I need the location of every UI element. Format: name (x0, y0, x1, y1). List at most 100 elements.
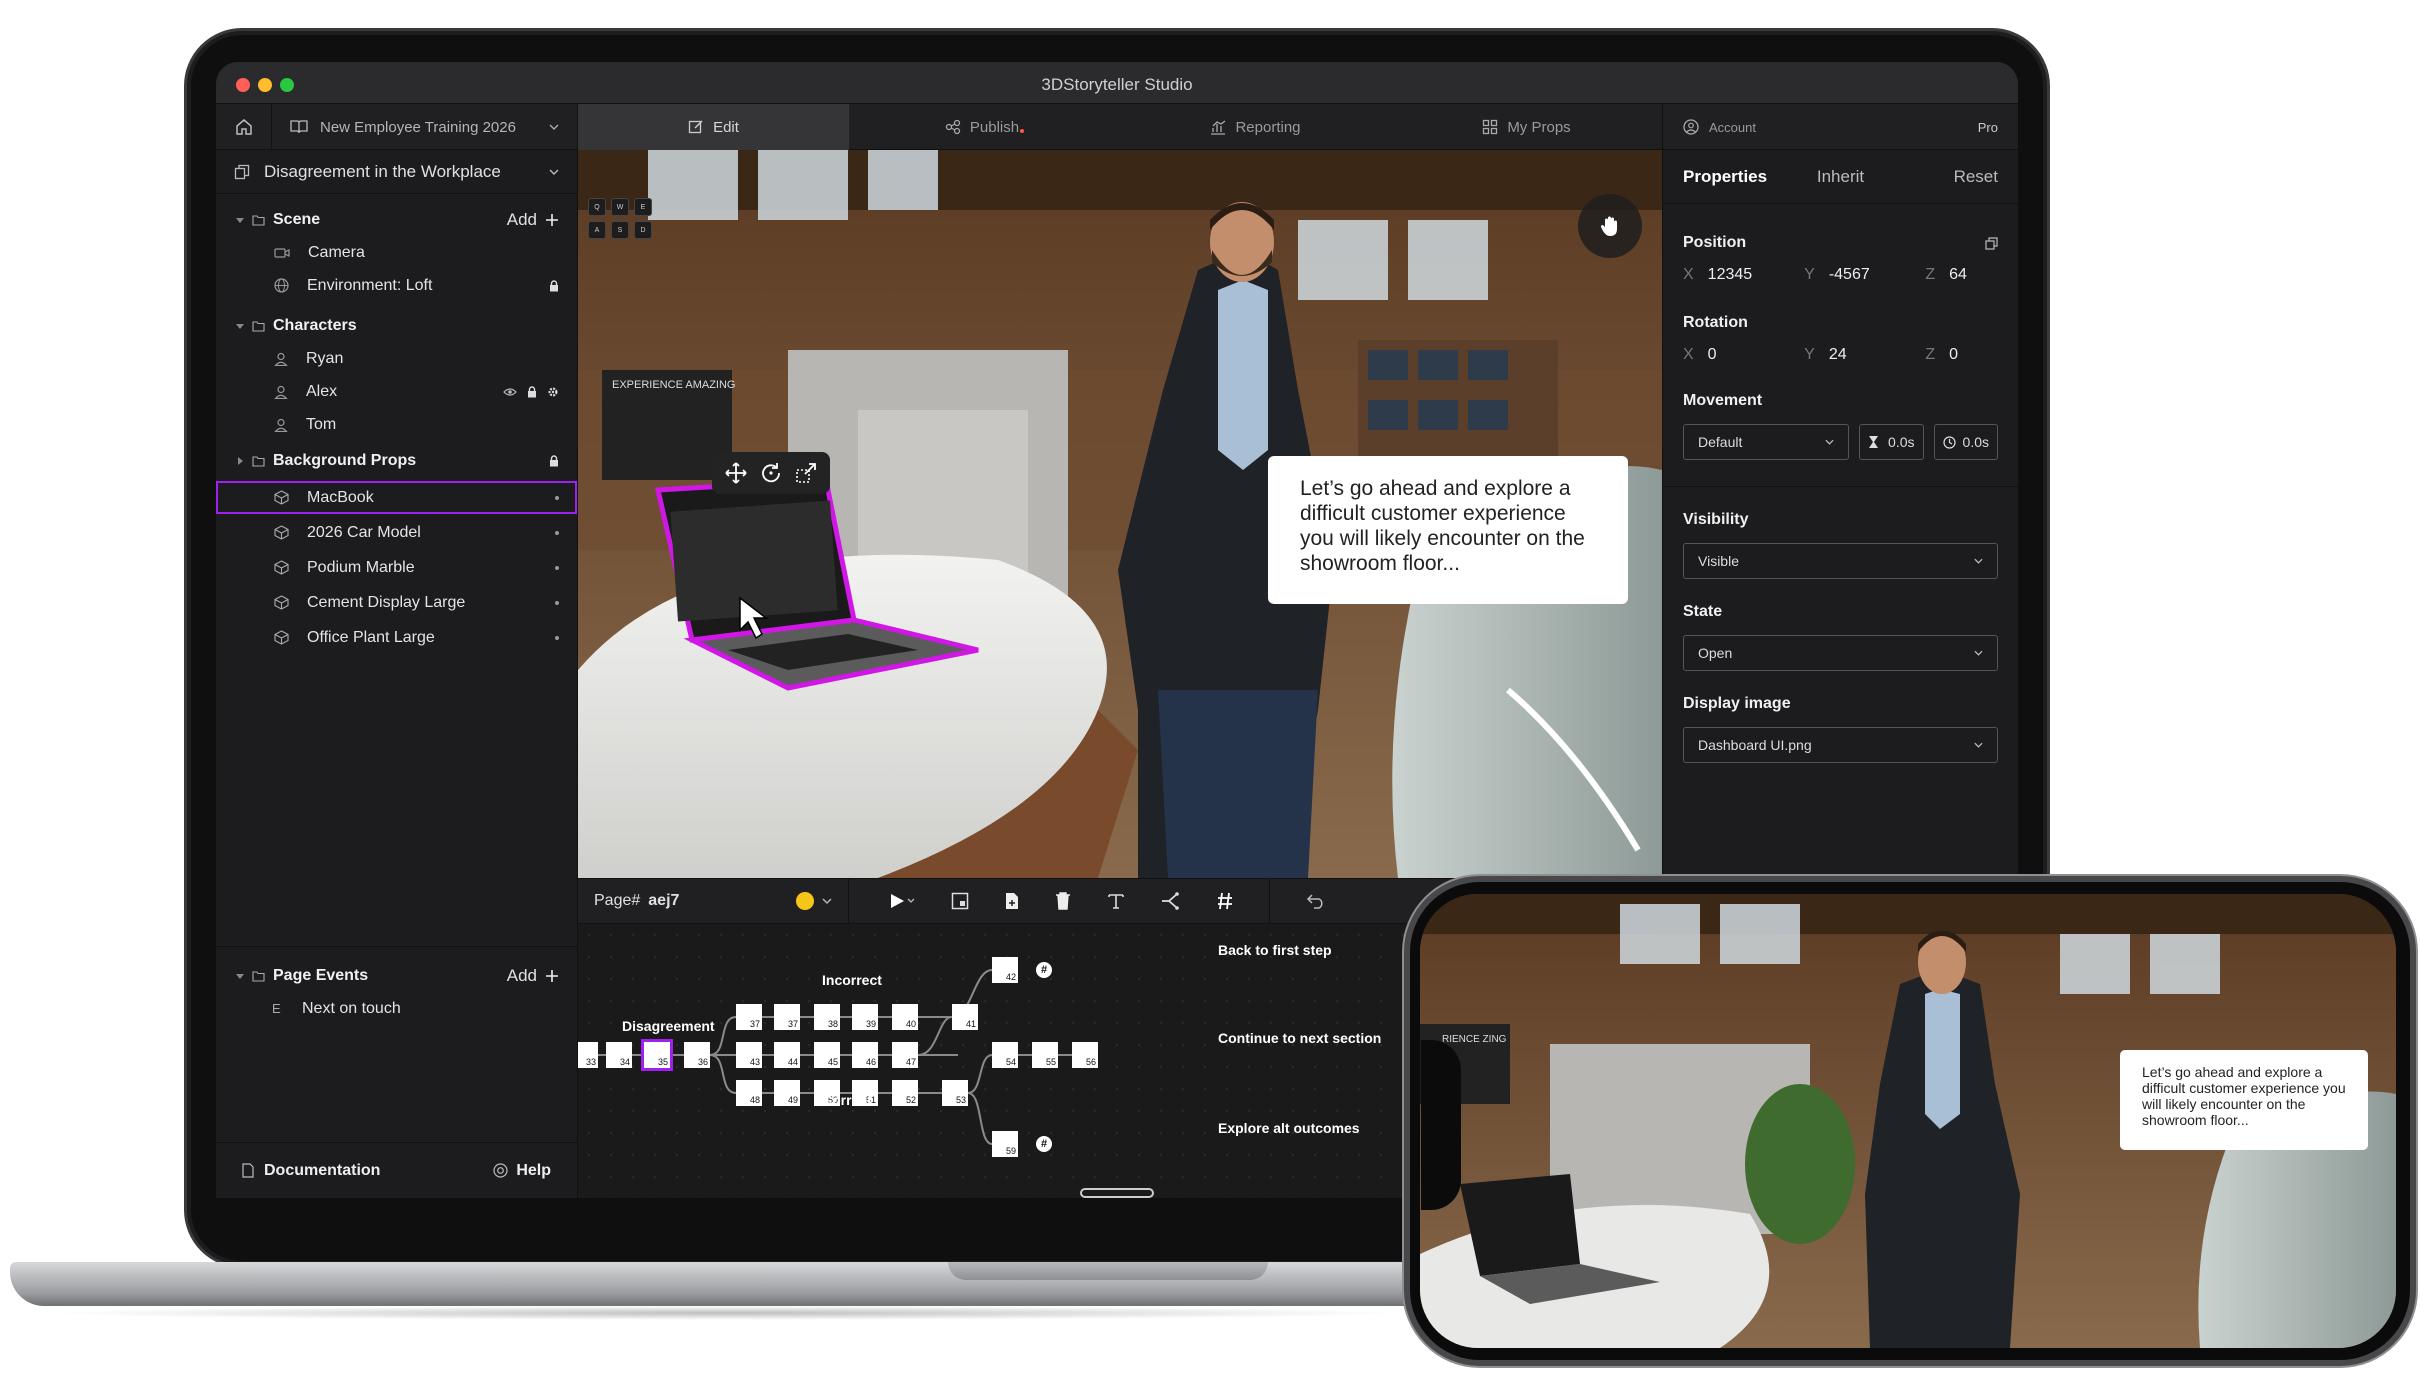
eye-icon[interactable] (503, 387, 517, 397)
play-icon[interactable] (889, 892, 915, 910)
more-dot[interactable] (555, 495, 559, 500)
undo-icon[interactable] (1306, 893, 1326, 909)
character-item-tom[interactable]: Tom (216, 408, 577, 441)
flow-node-correct[interactable]: 53 (942, 1080, 968, 1106)
flow-node-back[interactable]: 42 (992, 957, 1018, 983)
tab-reset[interactable]: Reset (1893, 167, 1998, 187)
more-dot[interactable] (555, 635, 559, 640)
scene-add-button[interactable]: Add (507, 210, 559, 230)
props-section-header[interactable]: Background Props (216, 445, 577, 477)
home-button[interactable] (216, 104, 272, 150)
prop-item-podium[interactable]: Podium Marble (216, 551, 577, 584)
movement-delay-field[interactable]: 0.0s (1933, 424, 1998, 460)
chevron-down-icon[interactable] (822, 898, 832, 904)
scene-section-header[interactable]: Scene Add (216, 204, 577, 236)
3d-viewport[interactable]: EXPERIENCE AMAZING Q W E A S D Let’s go … (578, 150, 1662, 878)
scene-item-environment[interactable]: Environment: Loft (216, 269, 577, 302)
lock-icon[interactable] (549, 279, 559, 292)
character-item-ryan[interactable]: Ryan (216, 342, 577, 375)
flow-node-correct[interactable]: 48 (736, 1080, 762, 1106)
rotation-y-field[interactable]: Y 24 (1804, 346, 1925, 364)
rotation-x-field[interactable]: X0 (1683, 346, 1804, 364)
tab-publish[interactable]: Publish (849, 104, 1120, 150)
display-image-select[interactable]: Dashboard UI.png (1683, 727, 1998, 763)
flow-node[interactable]: 46 (852, 1042, 878, 1068)
page-event-item[interactable]: E Next on touch (216, 992, 577, 1025)
flow-node-continue[interactable]: 54 (992, 1042, 1018, 1068)
documentation-link[interactable]: Documentation (264, 1162, 380, 1180)
timeline-scroll-handle[interactable] (1080, 1188, 1154, 1198)
flow-node-incorrect[interactable]: 41 (952, 1004, 978, 1030)
rotation-z-field[interactable]: Z0 (1925, 346, 1998, 364)
hash-node-button[interactable]: # (1036, 962, 1052, 978)
position-z-field[interactable]: Z 64 (1925, 266, 1998, 284)
trash-icon[interactable] (1055, 892, 1071, 910)
scale-icon[interactable] (795, 462, 817, 484)
move-icon[interactable] (725, 462, 747, 484)
position-y-field[interactable]: Y -4567 (1804, 266, 1925, 284)
characters-section-header[interactable]: Characters (216, 310, 577, 342)
prop-item-macbook[interactable]: MacBook (216, 481, 577, 514)
flow-node[interactable]: 43 (736, 1042, 762, 1068)
flow-node-incorrect[interactable]: 38 (814, 1004, 840, 1030)
position-fields: X 12345 Y -4567 Z 64 (1663, 266, 2018, 284)
scene-item-camera[interactable]: Camera (216, 236, 577, 269)
account-menu[interactable]: Account Pro (1662, 104, 2018, 150)
page-events-add-button[interactable]: Add (507, 966, 559, 986)
page-events-title: Page Events (273, 967, 369, 984)
tab-properties[interactable]: Properties (1683, 167, 1788, 187)
more-dot[interactable] (555, 600, 559, 605)
prop-item-office-plant[interactable]: Office Plant Large (216, 621, 577, 654)
state-select[interactable]: Open (1683, 635, 1998, 671)
gear-icon[interactable] (547, 386, 559, 398)
lock-icon[interactable] (527, 385, 537, 398)
page-color-dot[interactable] (796, 892, 814, 910)
flow-node[interactable]: 44 (774, 1042, 800, 1068)
prop-item-cement-display[interactable]: Cement Display Large (216, 586, 577, 619)
prop-item-car[interactable]: 2026 Car Model (216, 516, 577, 549)
more-dot[interactable] (555, 530, 559, 535)
dialogue-bubble[interactable]: Let’s go ahead and explore a difficult c… (1268, 456, 1628, 604)
lesson-selector[interactable]: Disagreement in the Workplace (216, 150, 577, 194)
flow-node[interactable]: 34 (606, 1042, 632, 1068)
visibility-select[interactable]: Visible (1683, 543, 1998, 579)
branch-icon[interactable] (1161, 892, 1181, 910)
page-events-header[interactable]: Page Events Add (216, 960, 577, 992)
tab-inherit[interactable]: Inherit (1788, 167, 1893, 187)
pan-tool-button[interactable] (1578, 194, 1642, 258)
position-x-field[interactable]: X 12345 (1683, 266, 1804, 284)
frame-icon[interactable] (951, 892, 969, 910)
flow-node-incorrect[interactable]: 39 (852, 1004, 878, 1030)
text-icon[interactable] (1107, 892, 1125, 910)
more-dot[interactable] (555, 565, 559, 570)
flow-node-continue[interactable]: 55 (1032, 1042, 1058, 1068)
flow-node-incorrect[interactable]: 40 (892, 1004, 918, 1030)
tab-edit[interactable]: Edit (578, 104, 849, 150)
character-item-alex[interactable]: Alex (216, 375, 577, 408)
flow-node[interactable]: 35 (641, 1039, 673, 1071)
flow-node[interactable]: 33 (578, 1042, 598, 1068)
help-link[interactable]: Help (493, 1162, 551, 1180)
tab-reporting[interactable]: Reporting (1120, 104, 1391, 150)
flow-node[interactable]: 36 (684, 1042, 710, 1068)
phone-dialogue-bubble[interactable]: Let’s go ahead and explore a difficult c… (2120, 1050, 2368, 1150)
flow-node[interactable]: 45 (814, 1042, 840, 1068)
flow-node-explore[interactable]: 59 (992, 1131, 1018, 1157)
movement-duration-field[interactable]: 0.0s (1859, 424, 1924, 460)
flow-node-correct[interactable]: 49 (774, 1080, 800, 1106)
flow-node-continue[interactable]: 56 (1072, 1042, 1098, 1068)
project-selector[interactable]: New Employee Training 2026 (272, 104, 578, 150)
copy-icon[interactable] (1985, 236, 1998, 250)
phone-preview[interactable]: RIENCE ZING Let’s go ahead and explore a… (1420, 894, 2396, 1348)
flow-node-incorrect[interactable]: 37 (774, 1004, 800, 1030)
tab-my-props[interactable]: My Props (1391, 104, 1662, 150)
hash-icon[interactable] (1217, 892, 1233, 910)
add-page-icon[interactable] (1005, 892, 1019, 910)
flow-node-correct[interactable]: 52 (892, 1080, 918, 1106)
lock-icon[interactable] (549, 455, 559, 467)
movement-select[interactable]: Default (1683, 424, 1849, 460)
hash-node-button[interactable]: # (1036, 1136, 1052, 1152)
rotate-icon[interactable] (760, 462, 782, 484)
flow-node[interactable]: 47 (892, 1042, 918, 1068)
flow-node-incorrect[interactable]: 37 (736, 1004, 762, 1030)
